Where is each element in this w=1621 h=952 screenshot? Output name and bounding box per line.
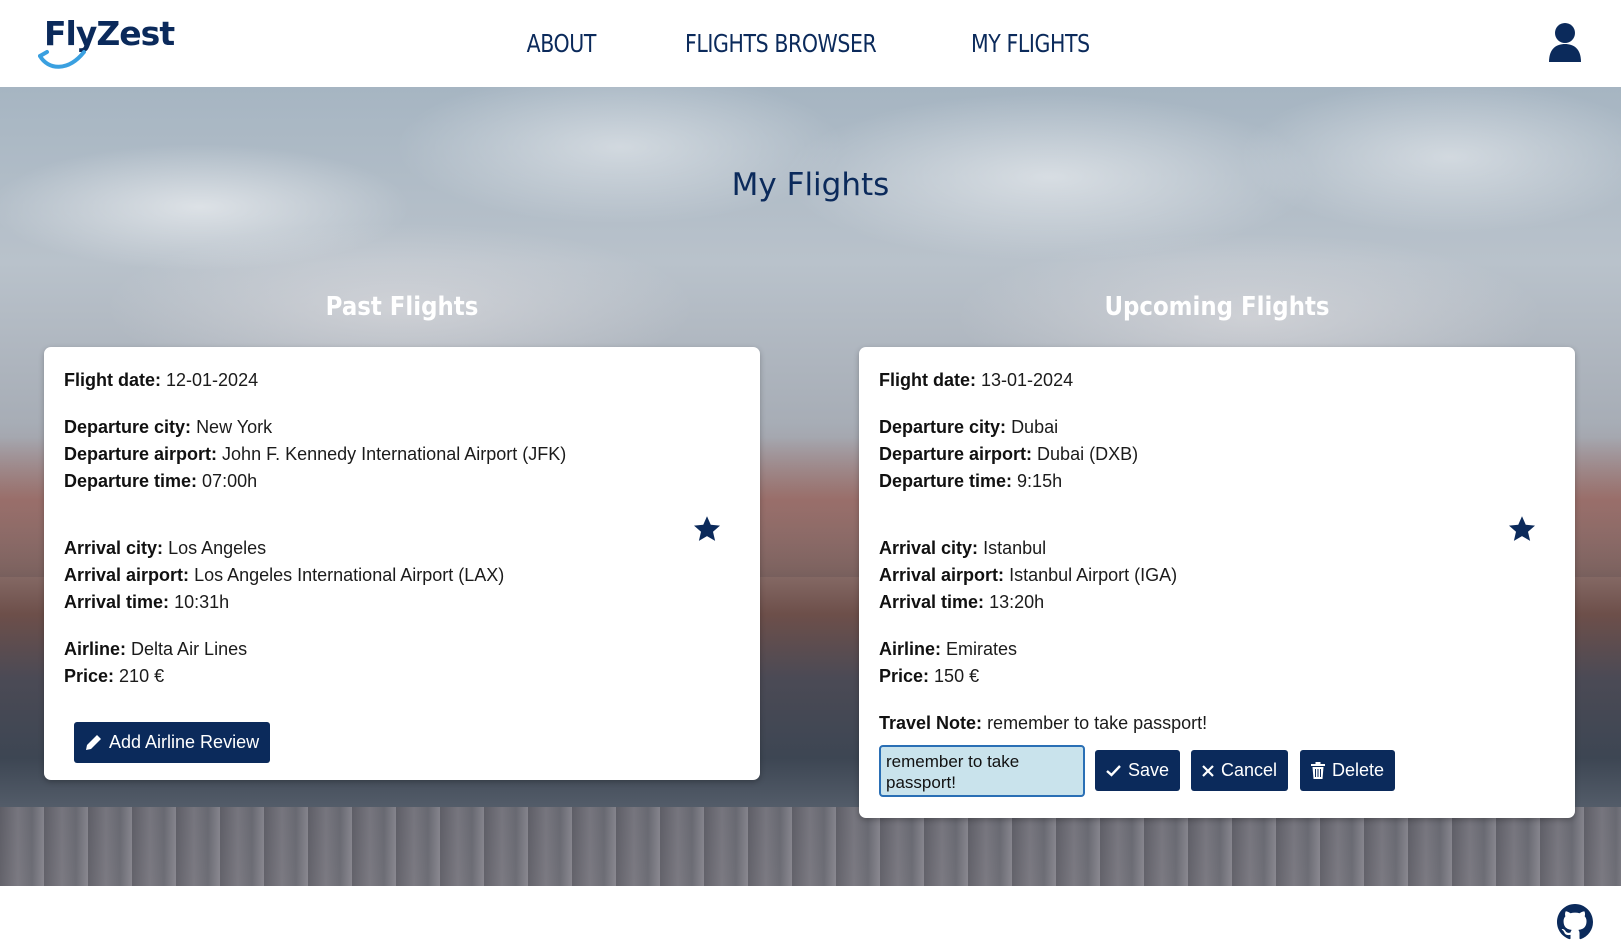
departure-city: Departure city: New York [64,417,273,437]
departure-time: Departure time: 9:15h [879,471,1063,491]
site-header: FlyZest ABOUT FLIGHTS BROWSER MY FLIGHTS [0,0,1621,87]
github-icon[interactable] [1557,904,1593,940]
flight-date: Flight date: 12-01-2024 [64,370,259,390]
departure-city: Departure city: Dubai [879,417,1059,437]
page-title: My Flights [731,167,890,203]
nav-flights-browser[interactable]: FLIGHTS BROWSER [685,24,877,64]
site-footer [0,886,1621,952]
travel-note: Travel Note: remember to take passport! [879,713,1208,733]
arrival-time: Arrival time: 13:20h [879,592,1045,612]
save-button[interactable]: Save [1095,750,1181,791]
add-airline-review-button[interactable]: Add Airline Review [74,722,271,763]
delete-button[interactable]: Delete [1300,750,1396,791]
close-icon [1202,764,1214,777]
arrival-city: Arrival city: Istanbul [879,538,1047,558]
star-icon[interactable] [692,514,722,544]
nav-my-flights[interactable]: MY FLIGHTS [971,24,1090,64]
past-flight-card: Flight date: 12-01-2024 Departure city: … [44,347,760,780]
upcoming-flight-card: Flight date: 13-01-2024 Departure city: … [859,347,1575,818]
price: Price: 210 € [64,666,165,686]
pencil-icon [86,735,101,750]
departure-airport: Departure airport: John F. Kennedy Inter… [64,444,567,464]
price: Price: 150 € [879,666,980,686]
airline: Airline: Delta Air Lines [64,639,248,659]
main-nav: ABOUT FLIGHTS BROWSER MY FLIGHTS [0,24,1621,64]
cancel-button[interactable]: Cancel [1191,750,1289,791]
trash-icon [1311,762,1325,779]
airline: Airline: Emirates [879,639,1018,659]
note-edit-row: Save Cancel Delete [879,745,1555,797]
past-flights-heading: Past Flights [325,292,479,322]
upcoming-flights-heading: Upcoming Flights [1104,292,1330,322]
travel-note-input[interactable] [879,745,1085,797]
departure-airport: Departure airport: Dubai (DXB) [879,444,1139,464]
star-icon[interactable] [1507,514,1537,544]
check-icon [1106,765,1121,777]
arrival-time: Arrival time: 10:31h [64,592,230,612]
arrival-airport: Arrival airport: Istanbul Airport (IGA) [879,565,1178,585]
arrival-airport: Arrival airport: Los Angeles Internation… [64,565,505,585]
flight-date: Flight date: 13-01-2024 [879,370,1074,390]
departure-time: Departure time: 07:00h [64,471,258,491]
user-icon[interactable] [1547,22,1583,62]
arrival-city: Arrival city: Los Angeles [64,538,267,558]
nav-about[interactable]: ABOUT [526,24,596,64]
hero-background: My Flights Past Flights Upcoming Flights… [0,87,1621,886]
